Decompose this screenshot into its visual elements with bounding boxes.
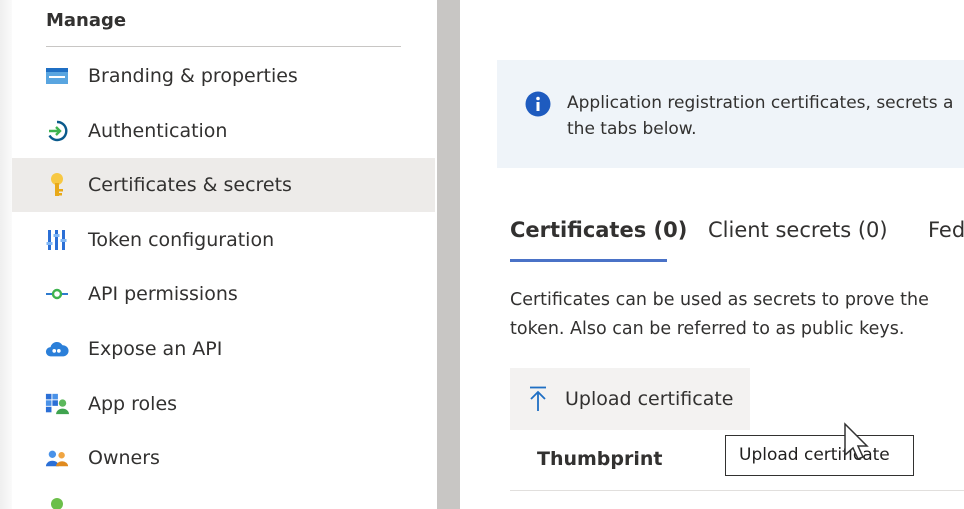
left-navigation: Manage Branding & properties Authenticat… (0, 0, 437, 509)
upload-certificate-button[interactable]: Upload certificate (510, 368, 750, 430)
sidebar-item-app-roles[interactable]: App roles (12, 377, 435, 431)
sidebar-item-expose-api[interactable]: Expose an API (12, 322, 435, 376)
sidebar-item-label: Expose an API (88, 338, 223, 360)
section-divider (46, 46, 401, 47)
sidebar-item-label: App roles (88, 393, 178, 415)
section-title-manage: Manage (46, 10, 127, 31)
certificates-description: Certificates can be used as secrets to p… (510, 286, 964, 344)
upload-certificate-tooltip: Upload certificate (725, 435, 914, 476)
sidebar-item-certificates-secrets[interactable]: Certificates & secrets (12, 158, 435, 212)
description-line-2: token. Also can be referred to as public… (510, 319, 905, 339)
sidebar-item-token-configuration[interactable]: Token configuration (12, 213, 435, 267)
sidebar-item-authentication[interactable]: Authentication (12, 104, 435, 158)
info-text-line-1: Application registration certificates, s… (567, 93, 954, 113)
tab-label: Certificates (0) (510, 218, 688, 242)
info-icon (525, 91, 551, 117)
sidebar-item-label: Authentication (88, 120, 228, 142)
sidebar-item-partial[interactable] (12, 486, 435, 509)
sidebar-item-branding[interactable]: Branding & properties (12, 49, 435, 103)
main-content: Application registration certificates, s… (460, 0, 964, 509)
owners-icon (45, 446, 69, 470)
sidebar-item-label: Certificates & secrets (88, 174, 292, 196)
blade-divider (437, 0, 460, 509)
branding-icon (45, 64, 69, 88)
description-line-1: Certificates can be used as secrets to p… (510, 290, 929, 310)
column-header-thumbprint: Thumbprint (537, 448, 663, 470)
active-tab-indicator (510, 259, 667, 262)
tab-label: Client secrets (0) (708, 218, 888, 242)
info-banner: Application registration certificates, s… (497, 60, 964, 168)
api-permissions-icon (45, 282, 69, 306)
sidebar-item-label: Owners (88, 447, 160, 469)
key-icon (45, 173, 69, 197)
sidebar-edge (0, 0, 12, 509)
tab-label: Fed (928, 218, 964, 242)
tab-certificates[interactable]: Certificates (0) (510, 218, 687, 262)
tab-client-secrets[interactable]: Client secrets (0) (708, 218, 888, 262)
app-roles-icon (45, 392, 69, 416)
upload-certificate-label: Upload certificate (565, 388, 734, 410)
sidebar-item-label: Token configuration (88, 229, 275, 251)
mouse-cursor-icon (841, 422, 871, 460)
upload-arrow-icon (528, 386, 548, 412)
info-banner-text: Application registration certificates, s… (567, 90, 964, 142)
sidebar-item-owners[interactable]: Owners (12, 431, 435, 485)
token-configuration-icon (45, 228, 69, 252)
table-divider (510, 490, 964, 491)
sidebar-item-label: API permissions (88, 283, 238, 305)
authentication-icon (45, 119, 69, 143)
info-text-line-2: the tabs below. (567, 119, 697, 139)
sidebar-item-api-permissions[interactable]: API permissions (12, 267, 435, 321)
tab-federated[interactable]: Fed (928, 218, 964, 262)
cloud-api-icon (45, 337, 69, 361)
person-icon (45, 492, 69, 509)
sidebar-item-label: Branding & properties (88, 65, 298, 87)
